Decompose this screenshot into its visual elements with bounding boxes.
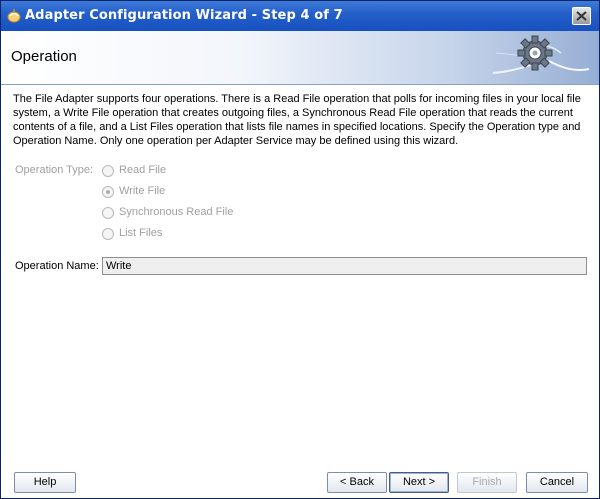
cancel-button[interactable]: Cancel xyxy=(526,472,588,493)
wizard-body: The File Adapter supports four operation… xyxy=(1,85,599,469)
description-text: The File Adapter supports four operation… xyxy=(13,93,581,147)
back-button[interactable]: < Back xyxy=(327,472,387,493)
wizard-window: Adapter Configuration Wizard - Step 4 of… xyxy=(0,0,600,499)
next-button[interactable]: Next > xyxy=(389,472,449,493)
close-button[interactable] xyxy=(572,7,591,25)
radio-circle-selected xyxy=(102,186,114,198)
radio-label: Synchronous Read File xyxy=(119,206,234,218)
operation-type-label: Operation Type: xyxy=(15,164,94,176)
app-icon xyxy=(6,8,22,24)
finish-button[interactable]: Finish xyxy=(457,472,517,493)
radio-label: Read File xyxy=(119,164,167,176)
help-button[interactable]: Help xyxy=(14,472,76,493)
radio-circle xyxy=(102,165,114,177)
close-icon xyxy=(576,11,587,21)
gear-icon xyxy=(492,35,590,74)
radio-label: List Files xyxy=(119,227,163,239)
radio-label: Write File xyxy=(119,185,166,197)
button-bar: Help < Back Next > Finish Cancel xyxy=(1,469,599,498)
radio-circle xyxy=(102,207,114,219)
radio-circle xyxy=(102,228,114,240)
page-title: Operation xyxy=(11,48,77,65)
title-bar[interactable]: Adapter Configuration Wizard - Step 4 of… xyxy=(1,1,599,31)
wizard-header: Operation xyxy=(1,31,599,85)
operation-name-label: Operation Name: xyxy=(15,260,99,272)
operation-name-input[interactable]: Write xyxy=(102,257,587,275)
window-title: Adapter Configuration Wizard - Step 4 of… xyxy=(25,8,343,23)
radio-dot xyxy=(106,190,110,194)
